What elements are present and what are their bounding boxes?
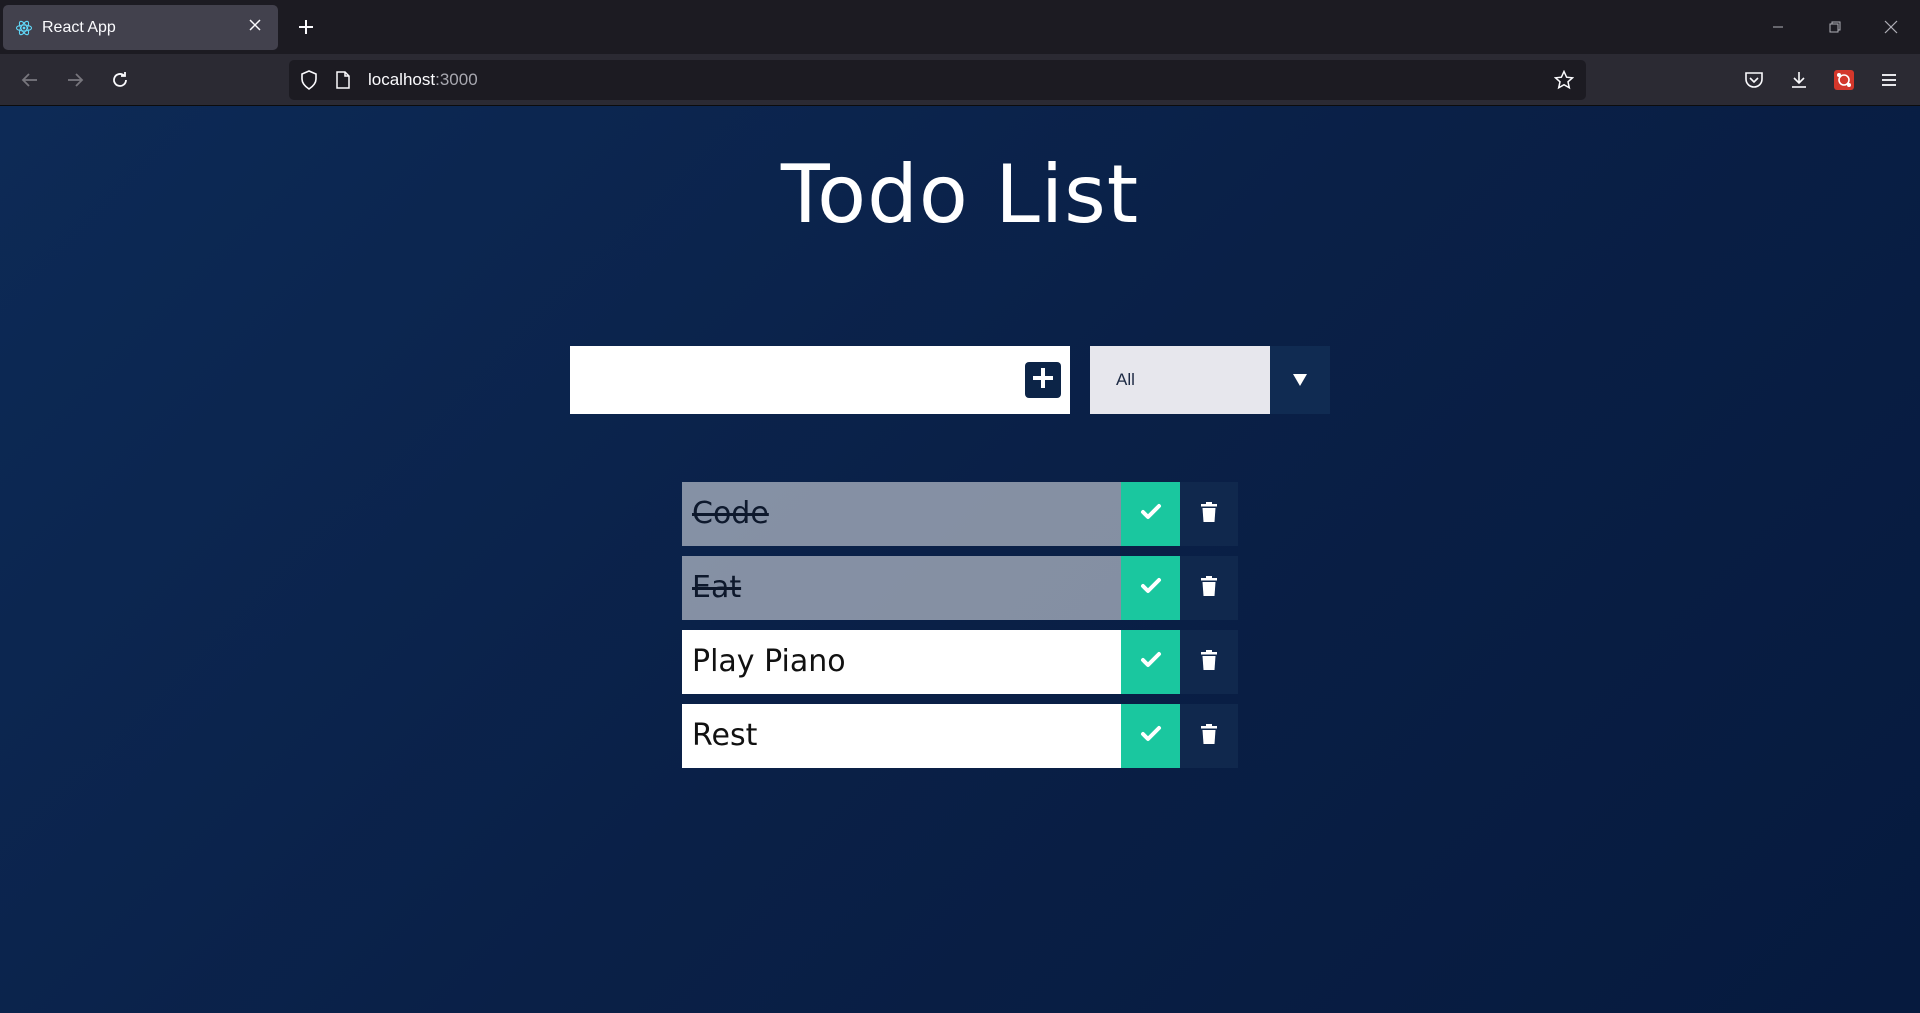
page-icon xyxy=(332,69,354,91)
menu-icon[interactable] xyxy=(1875,66,1903,94)
todo-input[interactable] xyxy=(570,346,1000,414)
page-title: Todo List xyxy=(780,148,1140,241)
back-icon[interactable] xyxy=(16,66,44,94)
browser-toolbar: localhost:3000 xyxy=(0,54,1920,106)
url-text: localhost:3000 xyxy=(368,70,478,90)
url-bar[interactable]: localhost:3000 xyxy=(289,60,1586,100)
todo-text: Play Piano xyxy=(682,630,1121,694)
url-host: localhost xyxy=(368,70,436,89)
complete-button[interactable] xyxy=(1121,556,1180,620)
complete-button[interactable] xyxy=(1121,482,1180,546)
check-icon xyxy=(1140,577,1162,599)
complete-button[interactable] xyxy=(1121,630,1180,694)
restore-icon[interactable] xyxy=(1822,14,1848,40)
add-todo-button[interactable] xyxy=(1025,362,1061,398)
new-tab-icon[interactable] xyxy=(293,14,319,40)
plus-square-icon xyxy=(1032,367,1054,393)
reload-icon[interactable] xyxy=(106,66,134,94)
todo-text: Rest xyxy=(682,704,1121,768)
todo-item: Play Piano xyxy=(682,630,1238,694)
check-icon xyxy=(1140,651,1162,673)
todo-text: Code xyxy=(682,482,1121,546)
filter-select[interactable]: All xyxy=(1090,346,1330,414)
todo-item: Code xyxy=(682,482,1238,546)
todo-text: Eat xyxy=(682,556,1121,620)
url-port: :3000 xyxy=(435,70,478,89)
trash-icon xyxy=(1200,575,1218,601)
todo-list: Code Eat Play Piano Rest xyxy=(682,482,1238,778)
forward-icon[interactable] xyxy=(61,66,89,94)
browser-tabstrip: React App xyxy=(0,0,1920,54)
complete-button[interactable] xyxy=(1121,704,1180,768)
delete-button[interactable] xyxy=(1180,556,1238,620)
page-content: Todo List All Code Eat Play Piano Rest xyxy=(0,106,1920,1013)
pocket-icon[interactable] xyxy=(1740,66,1768,94)
extension-icon[interactable] xyxy=(1830,66,1858,94)
delete-button[interactable] xyxy=(1180,630,1238,694)
filter-selected-value[interactable]: All xyxy=(1090,346,1270,414)
delete-button[interactable] xyxy=(1180,704,1238,768)
bookmark-star-icon[interactable] xyxy=(1552,68,1576,92)
check-icon xyxy=(1140,503,1162,525)
tab-close-icon[interactable] xyxy=(244,16,266,38)
check-icon xyxy=(1140,725,1162,747)
close-window-icon[interactable] xyxy=(1878,14,1904,40)
todo-item: Rest xyxy=(682,704,1238,768)
shield-icon[interactable] xyxy=(298,69,320,91)
delete-button[interactable] xyxy=(1180,482,1238,546)
downloads-icon[interactable] xyxy=(1785,66,1813,94)
triangle-down-icon[interactable] xyxy=(1270,346,1330,414)
tab-title: React App xyxy=(42,18,116,36)
browser-tab[interactable]: React App xyxy=(3,5,278,50)
react-icon xyxy=(15,19,33,37)
trash-icon xyxy=(1200,649,1218,675)
todo-form xyxy=(570,346,1070,414)
minimize-icon[interactable] xyxy=(1765,14,1791,40)
todo-item: Eat xyxy=(682,556,1238,620)
trash-icon xyxy=(1200,723,1218,749)
trash-icon xyxy=(1200,501,1218,527)
